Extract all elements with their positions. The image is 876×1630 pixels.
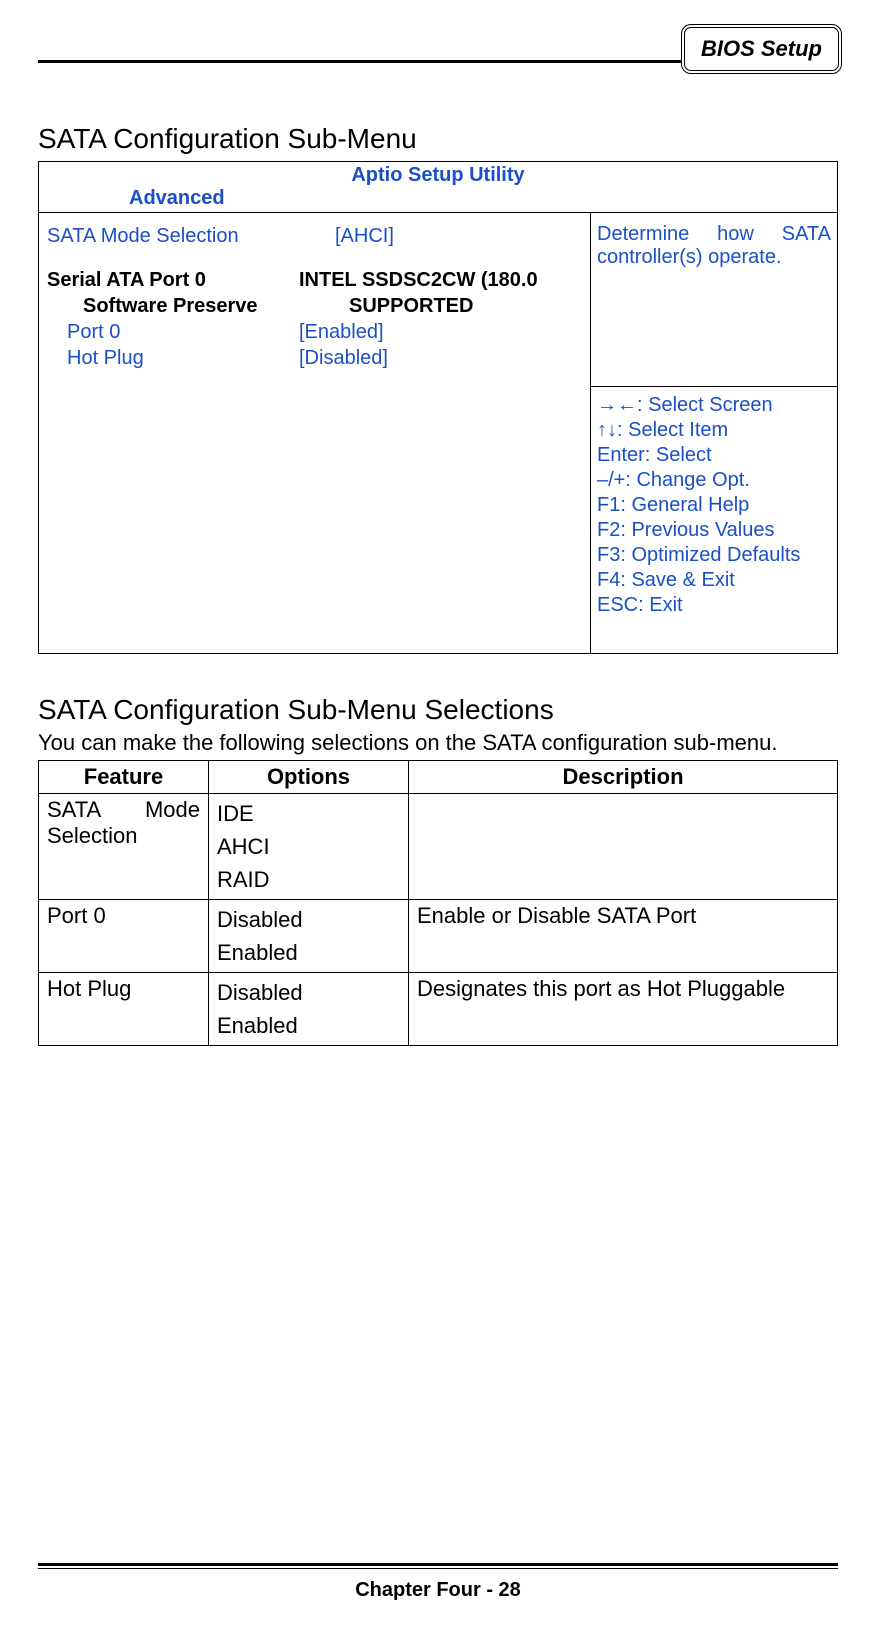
- bios-help-panel: Determine how SATA controller(s) operate…: [591, 213, 837, 653]
- sata-mode-selection-row[interactable]: SATA Mode Selection [AHCI]: [47, 223, 582, 249]
- bios-setup-badge: BIOS Setup: [681, 24, 842, 74]
- serial-ata-port0-label: Serial ATA Port 0: [47, 267, 299, 293]
- hot-plug-label: Hot Plug: [47, 345, 299, 371]
- key-help-f4: F4: Save & Exit: [597, 568, 831, 593]
- option-text: RAID: [217, 863, 400, 896]
- software-preserve-label: Software Preserve: [47, 293, 299, 319]
- cell-feature: Port 0: [39, 900, 209, 973]
- option-text: Disabled: [217, 903, 400, 936]
- bios-tab-advanced[interactable]: Advanced: [129, 187, 225, 212]
- bios-help-description: Determine how SATA controller(s) operate…: [591, 213, 837, 387]
- cell-options: Disabled Enabled: [209, 900, 409, 973]
- serial-ata-port0-value: INTEL SSDSC2CW (180.0: [299, 267, 582, 293]
- hot-plug-row[interactable]: Hot Plug [Disabled]: [47, 345, 582, 371]
- selections-intro-text: You can make the following selections on…: [38, 730, 838, 756]
- cell-options: IDE AHCI RAID: [209, 794, 409, 900]
- table-header-row: Feature Options Description: [39, 761, 838, 794]
- port0-label: Port 0: [47, 319, 299, 345]
- feature-text: SATA Mode Selection: [47, 797, 200, 849]
- option-text: IDE: [217, 797, 400, 830]
- table-row: Port 0 Disabled Enabled Enable or Disabl…: [39, 900, 838, 973]
- section-title-sata-config: SATA Configuration Sub-Menu: [38, 123, 838, 155]
- bios-utility-box: Aptio Setup Utility Advanced SATA Mode S…: [38, 161, 838, 654]
- key-help-select-item: ↑↓: Select Item: [597, 418, 831, 443]
- sata-mode-label: SATA Mode Selection: [47, 223, 299, 249]
- key-help-esc: ESC: Exit: [597, 593, 831, 618]
- key-help-enter: Enter: Select: [597, 443, 831, 468]
- port0-value: [Enabled]: [299, 319, 582, 345]
- hot-plug-value: [Disabled]: [299, 345, 582, 371]
- table-row: SATA Mode Selection IDE AHCI RAID: [39, 794, 838, 900]
- option-text: Enabled: [217, 1009, 400, 1042]
- bios-settings-panel: SATA Mode Selection [AHCI] Serial ATA Po…: [39, 213, 591, 653]
- software-preserve-row: Software Preserve SUPPORTED: [47, 293, 582, 319]
- bios-key-help: →←: Select Screen ↑↓: Select Item Enter:…: [591, 387, 837, 653]
- th-description: Description: [409, 761, 838, 794]
- cell-description: Designates this port as Hot Pluggable: [409, 973, 838, 1046]
- header-rule: BIOS Setup: [38, 60, 838, 63]
- option-text: AHCI: [217, 830, 400, 863]
- table-row: Hot Plug Disabled Enabled Designates thi…: [39, 973, 838, 1046]
- serial-ata-port0-header: Serial ATA Port 0 INTEL SSDSC2CW (180.0: [47, 267, 582, 293]
- port0-row[interactable]: Port 0 [Enabled]: [47, 319, 582, 345]
- sata-mode-value: [AHCI]: [299, 223, 582, 249]
- key-help-f2: F2: Previous Values: [597, 518, 831, 543]
- cell-description: Enable or Disable SATA Port: [409, 900, 838, 973]
- th-options: Options: [209, 761, 409, 794]
- cell-options: Disabled Enabled: [209, 973, 409, 1046]
- cell-feature: SATA Mode Selection: [39, 794, 209, 900]
- footer-rule: [38, 1563, 838, 1569]
- key-help-change-opt: –/+: Change Opt.: [597, 468, 831, 493]
- key-help-select-screen: →←: Select Screen: [597, 393, 831, 418]
- page-content: SATA Configuration Sub-Menu Aptio Setup …: [38, 63, 838, 1046]
- page-footer: Chapter Four - 28: [38, 1563, 838, 1602]
- cell-description: [409, 794, 838, 900]
- footer-text: Chapter Four - 28: [38, 1579, 838, 1602]
- selections-table: Feature Options Description SATA Mode Se…: [38, 760, 838, 1046]
- description-text: Designates this port as Hot Pluggable: [417, 976, 829, 1002]
- th-feature: Feature: [39, 761, 209, 794]
- bios-tab-row: Advanced: [39, 187, 837, 213]
- bios-utility-title: Aptio Setup Utility: [39, 162, 837, 187]
- key-help-f1: F1: General Help: [597, 493, 831, 518]
- option-text: Disabled: [217, 976, 400, 1009]
- bios-body: SATA Mode Selection [AHCI] Serial ATA Po…: [39, 213, 837, 653]
- software-preserve-value: SUPPORTED: [299, 293, 582, 319]
- cell-feature: Hot Plug: [39, 973, 209, 1046]
- option-text: Enabled: [217, 936, 400, 969]
- section-title-selections: SATA Configuration Sub-Menu Selections: [38, 694, 838, 726]
- key-help-f3: F3: Optimized Defaults: [597, 543, 831, 568]
